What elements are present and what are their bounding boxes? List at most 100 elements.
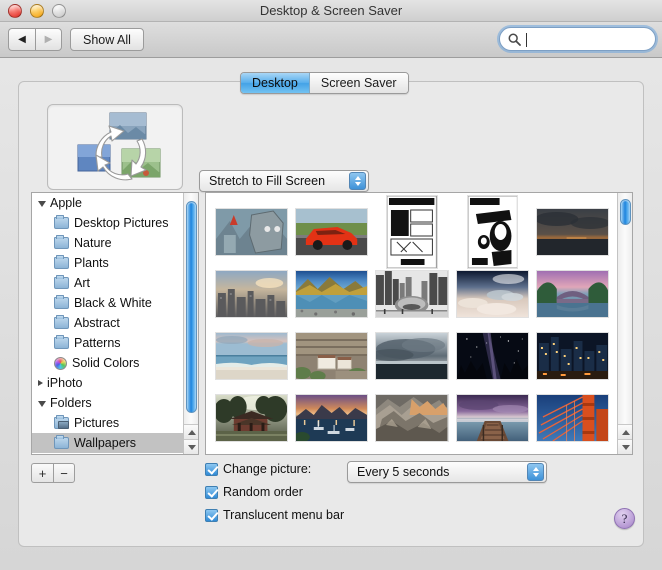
sidebar-item-abstract[interactable]: Abstract (32, 313, 198, 333)
sidebar-item-label: iPhoto (47, 376, 83, 390)
wallpaper-thumbnail-dark-stormy-seascape[interactable] (536, 209, 608, 255)
wallpaper-thumbnail-chicago-bean-bw[interactable] (376, 271, 448, 317)
sidebar-item-wallpapers[interactable]: Wallpapers (32, 433, 198, 453)
wallpaper-thumbnail-cliffside-houses[interactable] (296, 333, 368, 379)
rotating-pictures-icon (77, 112, 161, 181)
sidebar-scroll-track[interactable] (184, 193, 198, 424)
tab-desktop[interactable]: Desktop (241, 73, 310, 93)
sidebar-item-label: Pictures (74, 416, 120, 430)
sidebar-item-plants[interactable]: Plants (32, 253, 198, 273)
translucent-menu-bar-label: Translucent menu bar (223, 508, 345, 522)
popup-arrows-icon (527, 463, 544, 481)
help-button[interactable]: ? (614, 508, 635, 529)
wallpaper-thumbnail-golden-gate-bridge[interactable] (536, 395, 609, 441)
wallpaper-thumbnail-pier-dock-dusk[interactable] (456, 395, 528, 441)
chevron-up-icon (187, 429, 196, 435)
sidebar-item-solid-colors[interactable]: Solid Colors (32, 353, 198, 373)
wallpaper-thumbnail-storm-over-sea[interactable] (376, 333, 448, 379)
sidebar-scroll-down-button[interactable] (184, 439, 198, 454)
sidebar-item-label: Black & White (74, 296, 152, 310)
sidebar-item-folders[interactable]: Folders (32, 393, 198, 413)
folder-icon (54, 235, 69, 249)
desktop-preview (47, 104, 183, 190)
wallpaper-thumbnail-beach-shoreline[interactable] (216, 333, 288, 379)
wallpaper-thumbnail-manga-page-bw-1[interactable] (387, 196, 437, 268)
search-input[interactable] (499, 27, 656, 51)
change-picture-checkbox[interactable] (205, 462, 218, 476)
system-preferences-window: Desktop & Screen Saver ◀ ▶ Show All Desk… (0, 0, 662, 570)
forward-arrow-icon: ▶ (44, 34, 53, 45)
grid-scroll-up-button[interactable] (618, 424, 632, 439)
sidebar-item-patterns[interactable]: Patterns (32, 333, 198, 353)
wallpaper-thumbnail-manga-gas-mask-bw[interactable] (467, 196, 517, 268)
wallpaper-thumbnail-city-lights-night[interactable] (536, 333, 609, 379)
change-picture-row: Change picture: (205, 462, 311, 476)
minus-icon: − (60, 465, 68, 481)
folder-icon (54, 255, 69, 269)
wallpaper-grid[interactable] (205, 192, 633, 455)
wallpaper-thumbnail-mountain-lake-sunset[interactable] (296, 271, 368, 317)
sidebar-item-label: Desktop Pictures (74, 216, 169, 230)
grid-scroll-thumb[interactable] (620, 199, 631, 225)
sidebar-item-nature[interactable]: Nature (32, 233, 198, 253)
wallpaper-thumbnail-japanese-temple[interactable] (216, 395, 288, 441)
disclosure-open-icon[interactable] (38, 201, 46, 207)
sidebar-item-apple[interactable]: Apple (32, 193, 198, 213)
random-order-row: Random order (205, 485, 303, 499)
sidebar-item-label: Nature (74, 236, 112, 250)
sidebar-scrollbar[interactable] (183, 193, 198, 454)
wallpaper-thumbnail-red-sports-car[interactable] (296, 209, 368, 255)
color-wheel-icon (54, 356, 67, 370)
source-list[interactable]: Apple Desktop Pictures Nature Plants Art Blac… (31, 192, 199, 455)
sidebar-item-iphoto[interactable]: iPhoto (32, 373, 198, 393)
wallpaper-thumbnail-purple-bridge-river[interactable] (536, 271, 609, 317)
back-arrow-icon: ◀ (18, 34, 26, 45)
tab-screen-saver-label: Screen Saver (320, 76, 397, 90)
translucent-menu-bar-row: Translucent menu bar (205, 508, 344, 522)
chevron-up-icon (621, 429, 630, 435)
search-icon (508, 33, 521, 46)
grid-scrollbar[interactable] (617, 193, 632, 454)
folder-icon (54, 295, 69, 309)
search-container (499, 27, 656, 51)
folder-icon (54, 315, 69, 329)
translucent-menu-bar-checkbox[interactable] (205, 508, 218, 522)
scaling-popup-button[interactable]: Stretch to Fill Screen (199, 170, 369, 192)
question-mark-icon: ? (621, 510, 628, 526)
window-title: Desktop & Screen Saver (259, 3, 403, 18)
scaling-selected-value: Stretch to Fill Screen (209, 174, 326, 188)
back-button[interactable]: ◀ (8, 28, 35, 51)
wallpaper-thumbnail-city-skyline-aerial[interactable] (216, 271, 288, 317)
wallpaper-thumbnail-rocky-mountain-ridge[interactable] (376, 395, 448, 441)
sidebar-item-pictures[interactable]: Pictures (32, 413, 198, 433)
sidebar-scroll-thumb[interactable] (186, 201, 197, 413)
disclosure-open-icon[interactable] (38, 401, 46, 407)
wallpaper-thumbnail-coastal-harbor-dusk[interactable] (296, 395, 368, 441)
interval-popup-button[interactable]: Every 5 seconds (347, 461, 547, 483)
wallpaper-thumbnail-above-the-clouds[interactable] (456, 271, 528, 317)
random-order-checkbox[interactable] (205, 485, 218, 499)
disclosure-closed-icon[interactable] (38, 380, 43, 386)
tab-screen-saver[interactable]: Screen Saver (309, 73, 408, 93)
remove-folder-button[interactable]: − (53, 463, 75, 483)
sidebar-item-black-white[interactable]: Black & White (32, 293, 198, 313)
wallpaper-thumbnail-milky-way-night-sky[interactable] (456, 333, 528, 379)
add-folder-button[interactable]: + (31, 463, 53, 483)
show-all-button[interactable]: Show All (70, 28, 144, 51)
chevron-down-icon (621, 444, 630, 450)
sidebar-item-art[interactable]: Art (32, 273, 198, 293)
sidebar-item-desktop-pictures[interactable]: Desktop Pictures (32, 213, 198, 233)
forward-button[interactable]: ▶ (35, 28, 62, 51)
wallpaper-thumbnail-anime-armor-figure[interactable] (216, 209, 288, 255)
wallpaper-row (216, 325, 617, 387)
source-list-body: Apple Desktop Pictures Nature Plants Art Blac… (32, 193, 198, 453)
sidebar-item-label: Plants (74, 256, 109, 270)
grid-scroll-down-button[interactable] (618, 439, 632, 454)
wallpaper-grid-body (206, 193, 617, 454)
grid-scroll-track[interactable] (618, 193, 632, 424)
wallpaper-row (216, 387, 617, 449)
search-caret (526, 33, 527, 47)
sidebar-scroll-up-button[interactable] (184, 424, 198, 439)
sidebar-item-label: Abstract (74, 316, 120, 330)
change-picture-label: Change picture: (223, 462, 312, 476)
